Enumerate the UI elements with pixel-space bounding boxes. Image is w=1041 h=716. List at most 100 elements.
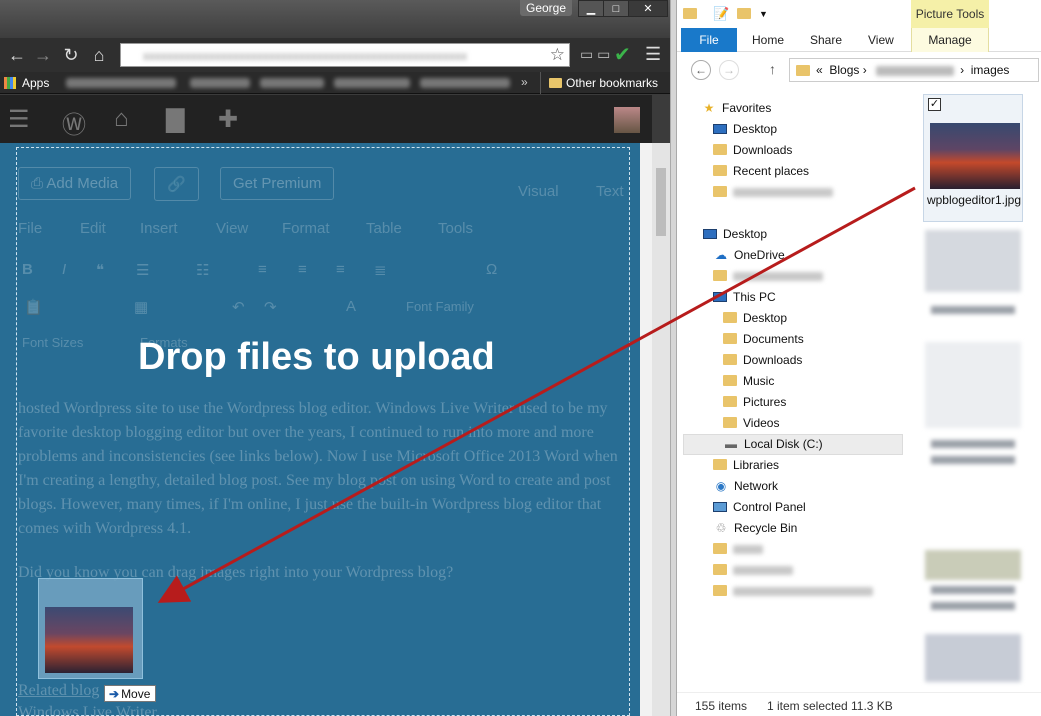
tab-view[interactable]: View <box>868 28 894 52</box>
nav-local-disk[interactable]: ▬ Local Disk (C:) <box>723 434 823 454</box>
align-center-icon[interactable]: ≡ <box>298 261 307 278</box>
undo-icon[interactable]: ↶ <box>232 298 245 316</box>
back-arrow-icon[interactable]: ← <box>6 44 28 66</box>
post-paragraph[interactable]: hosted Wordpress site to use the Wordpre… <box>18 397 630 541</box>
profile-name[interactable]: George <box>520 0 573 16</box>
nav-recycle-bin[interactable]: ♲ Recycle Bin <box>713 518 798 538</box>
menu-format[interactable]: Format <box>282 220 330 237</box>
tab-home[interactable]: Home <box>752 28 784 52</box>
bookmark-apps[interactable]: Apps <box>22 76 49 90</box>
bookmark-redacted[interactable] <box>334 78 410 88</box>
nav-redacted[interactable] <box>713 560 793 580</box>
nav-desktop[interactable]: Desktop <box>703 224 767 244</box>
quick-access-dropdown-icon[interactable]: ▼ <box>759 9 768 19</box>
blockquote-icon[interactable]: ❝ <box>96 261 104 279</box>
selected-file-tile[interactable]: ✓ wpblogeditor1.jpg <box>923 94 1023 222</box>
justify-icon[interactable]: ≣ <box>374 261 387 279</box>
apps-grid-icon[interactable] <box>4 77 16 89</box>
chrome-titlebar[interactable]: George ▁ □ ✕ <box>0 0 670 38</box>
breadcrumb-redacted[interactable] <box>876 65 955 76</box>
nav-onedrive[interactable]: ☁ OneDrive <box>713 245 785 265</box>
close-icon[interactable]: ✕ <box>628 0 668 17</box>
comment-icon[interactable]: ▇ <box>166 105 184 134</box>
add-media-button[interactable]: ⎙ Add Media <box>18 167 132 200</box>
italic-icon[interactable]: I <box>62 261 66 278</box>
bullet-list-icon[interactable]: ☰ <box>136 261 149 279</box>
other-bookmarks[interactable]: Other bookmarks <box>540 72 664 94</box>
menu-file[interactable]: File <box>18 220 42 237</box>
home-icon[interactable]: ⌂ <box>88 44 110 66</box>
more-bookmarks[interactable]: » <box>521 75 528 89</box>
editor-scrollbar[interactable] <box>652 143 670 716</box>
numbered-list-icon[interactable]: ☷ <box>196 261 209 279</box>
file-tile-redacted[interactable] <box>925 550 1021 580</box>
wordpress-logo-icon[interactable]: Ⓦ <box>62 105 86 140</box>
up-arrow-icon[interactable]: ↑ <box>769 61 776 77</box>
forward-arrow-icon[interactable]: → <box>719 60 739 80</box>
new-folder-icon[interactable] <box>737 6 757 21</box>
redo-icon[interactable]: ↷ <box>264 298 277 316</box>
nav-favorites[interactable]: ★ Favorites <box>701 98 772 118</box>
nav-redacted[interactable] <box>713 539 763 559</box>
window-splitter[interactable] <box>670 0 677 716</box>
address-bar[interactable]: xxxxxxxxxxxxxxxxxxxxxxxxxxxxxxxxxxxxxxxx… <box>120 43 570 67</box>
breadcrumb[interactable]: « Blogs › › images <box>789 58 1039 82</box>
font-sizes-select[interactable]: Font Sizes <box>22 335 83 350</box>
back-arrow-icon[interactable]: ← <box>691 60 711 80</box>
file-tile-redacted[interactable] <box>925 342 1021 428</box>
nav-fav-desktop[interactable]: Desktop <box>713 119 777 139</box>
special-char-icon[interactable]: Ω <box>486 261 497 278</box>
bookmark-redacted[interactable] <box>66 78 176 88</box>
file-tile-redacted[interactable] <box>925 634 1021 682</box>
reload-icon[interactable]: ↻ <box>60 44 82 66</box>
menu-view[interactable]: View <box>216 220 248 237</box>
nav-pc-videos[interactable]: Videos <box>723 413 779 433</box>
select-checkbox[interactable]: ✓ <box>928 98 941 111</box>
link-icon-button[interactable]: 🔗 <box>154 167 199 201</box>
nav-pc-desktop[interactable]: Desktop <box>723 308 787 328</box>
tab-manage[interactable]: Manage <box>911 28 989 52</box>
add-new-icon[interactable]: ✚ <box>218 105 238 134</box>
menu-edit[interactable]: Edit <box>80 220 106 237</box>
nav-pc-documents[interactable]: Documents <box>723 329 804 349</box>
text-color-icon[interactable]: A <box>346 298 356 315</box>
nav-fav-recent[interactable]: Recent places <box>713 161 809 181</box>
nav-libraries[interactable]: Libraries <box>713 455 779 475</box>
nav-network[interactable]: ◉ Network <box>713 476 778 496</box>
scrollbar-thumb[interactable] <box>656 168 666 236</box>
forward-arrow-icon[interactable]: → <box>32 44 54 66</box>
tab-file[interactable]: File <box>681 28 737 52</box>
paste-icon[interactable]: 📋 <box>24 298 43 316</box>
home-icon[interactable]: ⌂ <box>114 105 129 133</box>
nav-redacted[interactable] <box>713 182 833 202</box>
align-left-icon[interactable]: ≡ <box>258 261 267 278</box>
nav-pc-downloads[interactable]: Downloads <box>723 350 802 370</box>
nav-user-redacted[interactable] <box>713 266 823 286</box>
nav-pc-music[interactable]: Music <box>723 371 774 391</box>
nav-redacted[interactable] <box>713 581 873 601</box>
menu-table[interactable]: Table <box>366 220 402 237</box>
properties-icon[interactable]: 📝 <box>713 6 729 22</box>
nav-fav-downloads[interactable]: Downloads <box>713 140 792 160</box>
table-icon[interactable]: ▦ <box>134 298 148 316</box>
bookmark-star-icon[interactable]: ☆ <box>550 45 565 65</box>
tab-share[interactable]: Share <box>810 28 842 52</box>
hamburger-menu-icon[interactable]: ☰ <box>8 105 30 134</box>
nav-pc-pictures[interactable]: Pictures <box>723 392 786 412</box>
font-family-select[interactable]: Font Family <box>406 299 474 314</box>
extension-check-icon[interactable]: ✔ <box>614 42 631 67</box>
bookmark-redacted[interactable] <box>420 78 510 88</box>
bold-icon[interactable]: B <box>22 261 33 278</box>
menu-insert[interactable]: Insert <box>140 220 178 237</box>
extension-icon[interactable]: ▭ ▭ <box>580 46 610 63</box>
maximize-icon[interactable]: □ <box>603 0 629 17</box>
chrome-menu-icon[interactable]: ☰ <box>645 44 661 65</box>
breadcrumb-images[interactable]: images <box>971 63 1010 77</box>
explorer-titlebar[interactable]: 📝 ▼ Picture Tools <box>677 0 1041 28</box>
tab-text[interactable]: Text <box>596 183 624 200</box>
bookmark-redacted[interactable] <box>260 78 324 88</box>
tab-visual[interactable]: Visual <box>518 183 559 200</box>
minimize-icon[interactable]: ▁ <box>578 0 604 17</box>
file-tile-redacted[interactable] <box>925 230 1021 292</box>
menu-tools[interactable]: Tools <box>438 220 473 237</box>
